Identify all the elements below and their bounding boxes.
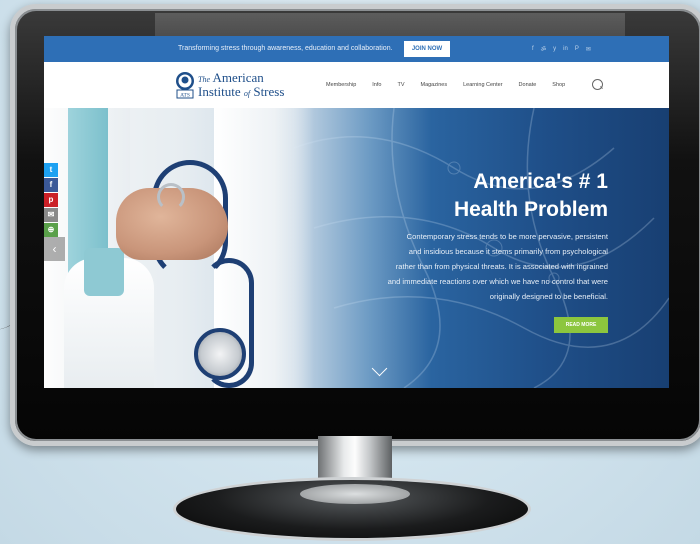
share-sidebar: t f p ✉ ⊕ — [44, 163, 58, 238]
hero-body-line: Contemporary stress tends to be more per… — [406, 232, 608, 241]
logo-the: The — [198, 75, 210, 84]
hero-body-line: and immediate reactions over which we ha… — [387, 277, 608, 286]
stethoscope-chestpiece — [194, 328, 246, 380]
email-icon[interactable]: ✉ — [586, 46, 591, 53]
hero-slider: America's # 1 Health Problem Contemporar… — [44, 108, 669, 388]
hero-title-line1: America's # 1 — [473, 170, 608, 193]
hero-body-line: rather than from physical threats. It is… — [395, 262, 608, 271]
social-links: f ॐ y in P ✉ — [532, 36, 591, 62]
hero-body-line: originally designed to be beneficial. — [489, 292, 608, 301]
hero-body-line: and insidious because it stems primarily… — [408, 247, 608, 256]
facebook-icon[interactable]: f — [532, 46, 534, 52]
pinterest-icon[interactable]: P — [575, 46, 579, 52]
nav-shop[interactable]: Shop — [552, 82, 565, 88]
doctor-cuff — [84, 248, 124, 296]
nav-magazines[interactable]: Magazines — [420, 82, 447, 88]
logo-stress: Stress — [253, 84, 285, 99]
svg-text:ATS: ATS — [180, 93, 190, 99]
twitter-icon[interactable]: y — [553, 46, 556, 52]
twitter-share-icon[interactable]: t — [44, 163, 58, 177]
more-share-icon[interactable]: ⊕ — [44, 223, 58, 237]
linkedin-icon[interactable]: in — [563, 46, 568, 52]
search-icon[interactable] — [592, 79, 603, 90]
hero-title-line2: Health Problem — [453, 198, 608, 221]
main-nav: Membership Info TV Magazines Learning Ce… — [326, 62, 581, 108]
nav-learning-center[interactable]: Learning Center — [463, 82, 502, 88]
hero-title: America's # 1 Health Problem — [344, 168, 608, 224]
slider-prev-icon[interactable]: ‹ — [44, 237, 65, 261]
stethoscope-earpiece — [157, 183, 185, 211]
logo-american: American — [212, 70, 264, 85]
nav-tv[interactable]: TV — [397, 82, 404, 88]
ats-seal-logo[interactable]: ATS — [175, 71, 195, 99]
read-more-button[interactable]: READ MORE — [554, 317, 608, 333]
rss-icon[interactable]: ॐ — [541, 45, 546, 53]
logo-of: of — [243, 89, 251, 98]
announcement-bar: Transforming stress through awareness, e… — [44, 36, 669, 62]
pinterest-share-icon[interactable]: p — [44, 193, 58, 207]
logo-wordmark-line2[interactable]: Institute of Stress — [198, 84, 284, 100]
nav-donate[interactable]: Donate — [519, 82, 537, 88]
join-now-button[interactable]: JOIN NOW — [404, 41, 450, 57]
site-header: ATS The American Institute of Stress Mem… — [44, 62, 669, 108]
hero-description: Contemporary stress tends to be more per… — [330, 229, 608, 304]
logo-institute: Institute — [198, 84, 241, 99]
tagline-text: Transforming stress through awareness, e… — [178, 45, 393, 52]
nav-info[interactable]: Info — [372, 82, 381, 88]
website-screen: Transforming stress through awareness, e… — [44, 36, 669, 388]
facebook-share-icon[interactable]: f — [44, 178, 58, 192]
nav-membership[interactable]: Membership — [326, 82, 356, 88]
email-share-icon[interactable]: ✉ — [44, 208, 58, 222]
monitor-base-joint — [300, 484, 410, 504]
